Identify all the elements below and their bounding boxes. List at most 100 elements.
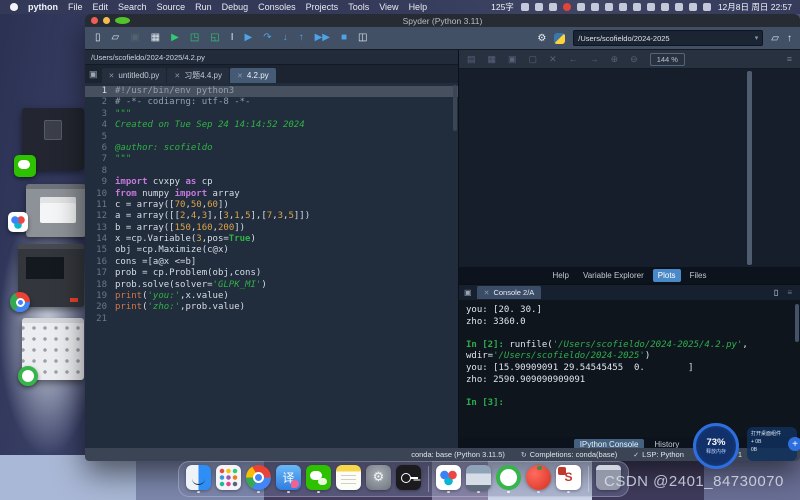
console-options-menu-icon[interactable]: ≡	[787, 288, 792, 297]
menu-bar-clock[interactable]: 12月8日 周日 22:57	[718, 1, 792, 13]
chrome-badge-icon[interactable]	[10, 292, 30, 312]
python-logo-icon[interactable]	[554, 33, 565, 44]
dock-item-wechat[interactable]	[306, 465, 331, 494]
dock-item-green-ring-app[interactable]	[496, 465, 521, 494]
zoom-in-icon[interactable]: ⊕	[611, 54, 619, 65]
launchpad-icon[interactable]	[216, 465, 241, 490]
save-icon[interactable]: ▣	[130, 33, 139, 43]
control-center-icon[interactable]	[689, 3, 697, 11]
chess-app-icon[interactable]: S	[556, 465, 581, 490]
dock-item-system-settings[interactable]: ⚙	[366, 465, 391, 494]
screen-mirroring-icon[interactable]	[619, 3, 627, 11]
plots-splitter-handle[interactable]	[747, 71, 752, 265]
window-titlebar[interactable]: Spyder (Python 3.11)	[85, 14, 800, 27]
run-cell-icon[interactable]: ◳	[190, 33, 199, 43]
finder-icon[interactable]	[186, 465, 211, 490]
add-widget-icon[interactable]: +	[788, 437, 800, 451]
close-console-icon[interactable]: ✕	[484, 289, 490, 297]
active-app-name[interactable]: python	[28, 2, 58, 12]
parent-directory-icon[interactable]: ↑	[787, 33, 792, 44]
dock-item-apple-app[interactable]	[526, 465, 551, 494]
run-selection-icon[interactable]: I	[231, 33, 234, 43]
editor-tab-4.2.py[interactable]: ✕4.2.py	[230, 68, 276, 83]
remove-plot-icon[interactable]: ▢	[529, 54, 538, 65]
new-file-icon[interactable]: ▯	[95, 33, 101, 43]
dock-item-chess-app[interactable]: S	[556, 465, 581, 494]
tri-circle-app-icon[interactable]	[436, 465, 461, 490]
apple-logo-icon[interactable]	[10, 3, 18, 11]
battery-icon[interactable]	[647, 3, 655, 11]
menu-consoles[interactable]: Consoles	[258, 2, 296, 12]
code-editor[interactable]: 1#!/usr/bin/env python32# -*- codiarng: …	[85, 83, 458, 448]
working-directory-input[interactable]: /Users/scofieldo/2024-2025 ▾	[573, 30, 763, 46]
dock-item-launchpad[interactable]	[216, 465, 241, 494]
notes-icon[interactable]	[336, 465, 361, 490]
dock-item-translate[interactable]: 译	[276, 465, 301, 494]
previous-plot-icon[interactable]: ←	[569, 54, 578, 65]
stop-icon[interactable]: ■	[341, 33, 347, 43]
wifi-icon[interactable]	[661, 3, 669, 11]
browse-tabs-icon[interactable]: ▣	[89, 69, 98, 80]
dock-item-notes[interactable]	[336, 465, 361, 494]
green-ring-badge-icon[interactable]	[18, 366, 38, 386]
notification-icon[interactable]	[703, 3, 711, 11]
tri-circle-badge-icon[interactable]	[8, 212, 28, 232]
run-icon[interactable]: ▶	[171, 33, 179, 43]
editor-tab-untitled0.py[interactable]: ✕untitled0.py	[102, 68, 167, 83]
close-tab-icon[interactable]: ✕	[237, 72, 243, 80]
thumbnail-dialog-window[interactable]	[26, 184, 86, 237]
panes-icon[interactable]: ◫	[358, 33, 367, 43]
dock-item-tri-circle-app[interactable]	[436, 465, 461, 494]
lsp-status[interactable]: ✓ LSP: Python	[633, 450, 684, 459]
new-console-icon[interactable]: ▯	[774, 288, 778, 297]
continue-icon[interactable]: ▶▶	[315, 33, 330, 43]
close-tab-icon[interactable]: ✕	[174, 72, 180, 80]
tab-plots[interactable]: Plots	[653, 269, 681, 282]
console-tab[interactable]: ✕ Console 2/A	[477, 286, 542, 299]
plots-options-menu-icon[interactable]: ≡	[787, 54, 792, 64]
save-plot-icon[interactable]: ▤	[467, 54, 476, 65]
wechat-icon[interactable]	[306, 465, 331, 490]
bluetooth-icon[interactable]	[633, 3, 641, 11]
keyboard-icon[interactable]	[549, 3, 557, 11]
stats-icon[interactable]	[521, 3, 529, 11]
wechat-badge-icon[interactable]	[14, 155, 36, 177]
memory-cleaner-widget[interactable]: 73% 释放内存	[693, 423, 739, 469]
copy-plot-icon[interactable]: ▣	[508, 54, 517, 65]
search-icon[interactable]	[675, 3, 683, 11]
plots-panel[interactable]	[459, 69, 800, 267]
console-scrollbar[interactable]	[795, 304, 799, 342]
preferences-wrench-icon[interactable]: ⚙	[537, 33, 546, 44]
completions-status[interactable]: ↻ Completions: conda(base)	[521, 450, 617, 459]
plots-zoom-level[interactable]: 144 %	[650, 53, 685, 66]
dock-item-finder[interactable]	[186, 465, 211, 494]
desktop-preview-app-icon[interactable]	[466, 465, 491, 490]
menu-view[interactable]: View	[379, 2, 398, 12]
apple-app-icon[interactable]	[526, 465, 551, 490]
menu-file[interactable]: File	[68, 2, 83, 12]
shapes-icon[interactable]	[577, 3, 585, 11]
system-settings-icon[interactable]: ⚙	[366, 465, 391, 490]
save-all-plots-icon[interactable]: ▦	[488, 54, 497, 65]
close-tab-icon[interactable]: ✕	[109, 72, 115, 80]
chevron-down-icon[interactable]: ▾	[755, 34, 759, 42]
menu-help[interactable]: Help	[409, 2, 428, 12]
editor-scrollbar[interactable]	[453, 85, 457, 131]
ipython-console[interactable]: you: [20. 30.]zho: 3360.0In [2]: runfile…	[459, 300, 800, 437]
dock-item-passwords[interactable]	[396, 465, 421, 494]
passwords-icon[interactable]	[396, 465, 421, 490]
browse-directory-icon[interactable]: ▱	[771, 33, 779, 44]
remove-all-plots-icon[interactable]: ✕	[549, 54, 557, 65]
record-icon[interactable]	[563, 3, 571, 11]
tab-help[interactable]: Help	[548, 269, 574, 282]
dock-item-desktop-preview-app[interactable]	[466, 465, 491, 494]
open-file-icon[interactable]: ▱	[112, 33, 120, 43]
next-plot-icon[interactable]: →	[590, 54, 599, 65]
chrome-icon[interactable]	[246, 465, 271, 490]
display-icon[interactable]	[605, 3, 613, 11]
mic-icon[interactable]	[535, 3, 543, 11]
desktop-component-widget[interactable]: 打开桌面组件 + 0B0B +	[747, 427, 797, 461]
tab-files[interactable]: Files	[685, 269, 712, 282]
browse-consoles-icon[interactable]: ▣	[464, 288, 472, 297]
editor-tab-习题4.4.py[interactable]: ✕习题4.4.py	[167, 68, 229, 83]
